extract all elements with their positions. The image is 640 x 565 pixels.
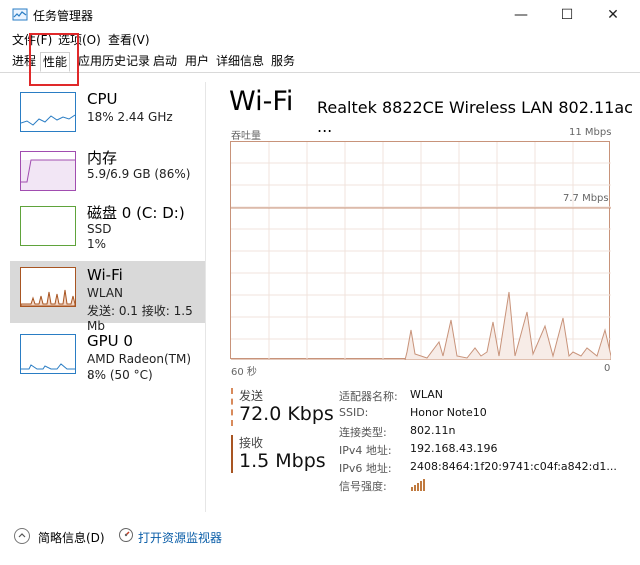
resource-monitor-icon bbox=[119, 528, 133, 542]
recv-label: 接收 bbox=[239, 436, 264, 450]
scale-label: 7.7 Mbps bbox=[563, 193, 609, 204]
send-indicator bbox=[231, 388, 235, 426]
close-icon: ✕ bbox=[607, 7, 619, 23]
tab-app-history[interactable]: 应用历史记录 bbox=[76, 52, 152, 70]
detail-val-adapter: WLAN bbox=[410, 388, 444, 401]
detail-key-ipv6: IPv6 地址: bbox=[339, 462, 392, 475]
maximize-icon: ☐ bbox=[560, 7, 574, 23]
send-value: 72.0 Kbps bbox=[239, 403, 334, 425]
cpu-mini-graph bbox=[20, 92, 76, 132]
recv-value: 1.5 Mbps bbox=[239, 450, 326, 472]
gpu-mini-graph bbox=[20, 334, 76, 374]
sidebar-memory-sub: 5.9/6.9 GB (86%) bbox=[87, 167, 191, 181]
tab-services[interactable]: 服务 bbox=[269, 52, 297, 70]
page-title: Wi-Fi bbox=[229, 86, 294, 117]
sidebar-item-wifi[interactable]: Wi-Fi WLAN 发送: 0.1 接收: 1.5 Mb bbox=[10, 261, 205, 333]
detail-key-ssid: SSID: bbox=[339, 406, 369, 419]
throughput-graph bbox=[230, 141, 612, 361]
send-label: 发送 bbox=[239, 389, 264, 403]
wifi-mini-graph bbox=[20, 267, 76, 307]
sidebar-disk-sub1: SSD bbox=[87, 222, 112, 236]
sidebar-cpu-title: CPU bbox=[87, 90, 118, 108]
memory-mini-graph bbox=[20, 151, 76, 191]
max-throughput-label: 11 Mbps bbox=[569, 127, 612, 138]
sidebar-memory-title: 内存 bbox=[87, 149, 118, 167]
minimize-button[interactable]: — bbox=[498, 0, 544, 30]
brief-info-label[interactable]: 简略信息(D) bbox=[38, 529, 105, 546]
sidebar-wifi-title: Wi-Fi bbox=[87, 266, 123, 284]
time-left-label: 60 秒 bbox=[231, 367, 257, 378]
open-resource-monitor-link[interactable]: 打开资源监视器 bbox=[138, 529, 222, 546]
sidebar-gpu-title: GPU 0 bbox=[87, 332, 133, 350]
title-bar: 任务管理器 — ☐ ✕ bbox=[0, 0, 640, 30]
detail-val-ipv6: 2408:8464:1f20:9741:c04f:a842:d1... bbox=[410, 460, 617, 473]
detail-val-ipv4: 192.168.43.196 bbox=[410, 442, 498, 455]
sidebar-wifi-sub2: 发送: 0.1 接收: 1.5 Mb bbox=[87, 304, 193, 333]
tab-details[interactable]: 详细信息 bbox=[214, 52, 266, 70]
detail-key-connection-type: 连接类型: bbox=[339, 426, 387, 439]
sidebar-divider bbox=[205, 82, 206, 512]
sidebar-gpu-sub2: 8% (50 °C) bbox=[87, 368, 153, 382]
signal-strength-icon bbox=[411, 479, 425, 491]
sidebar-item-gpu[interactable]: GPU 0 AMD Radeon(TM) ... 8% (50 °C) bbox=[10, 330, 205, 394]
sidebar-disk-title: 磁盘 0 (C: D:) bbox=[87, 204, 185, 222]
detail-val-connection-type: 802.11n bbox=[410, 424, 456, 437]
sidebar-item-cpu[interactable]: CPU 18% 2.44 GHz bbox=[10, 86, 205, 150]
close-button[interactable]: ✕ bbox=[590, 0, 636, 30]
task-manager-icon bbox=[12, 8, 28, 21]
sidebar-item-disk[interactable]: 磁盘 0 (C: D:) SSD 1% bbox=[10, 200, 205, 264]
throughput-label: 吞吐量 bbox=[231, 131, 261, 142]
sidebar-cpu-sub: 18% 2.44 GHz bbox=[87, 110, 173, 124]
tab-startup[interactable]: 启动 bbox=[151, 52, 179, 70]
minimize-icon: — bbox=[514, 7, 528, 23]
detail-key-ipv4: IPv4 地址: bbox=[339, 444, 392, 457]
detail-key-signal: 信号强度: bbox=[339, 480, 387, 493]
window-title: 任务管理器 bbox=[33, 9, 94, 23]
sidebar-disk-sub2: 1% bbox=[87, 237, 107, 251]
maximize-button[interactable]: ☐ bbox=[544, 0, 590, 30]
menu-view[interactable]: 查看(V) bbox=[108, 31, 150, 48]
collapse-button[interactable] bbox=[14, 528, 30, 544]
recv-indicator bbox=[231, 435, 233, 473]
sidebar-wifi-sub1: WLAN bbox=[87, 286, 124, 300]
time-right-label: 0 bbox=[604, 363, 611, 374]
tab-users[interactable]: 用户 bbox=[183, 52, 211, 70]
detail-val-ssid: Honor Note10 bbox=[410, 406, 487, 419]
highlight-box bbox=[29, 33, 79, 86]
detail-key-adapter: 适配器名称: bbox=[339, 390, 398, 403]
chevron-up-icon bbox=[18, 533, 26, 538]
disk-mini-graph bbox=[20, 206, 76, 246]
